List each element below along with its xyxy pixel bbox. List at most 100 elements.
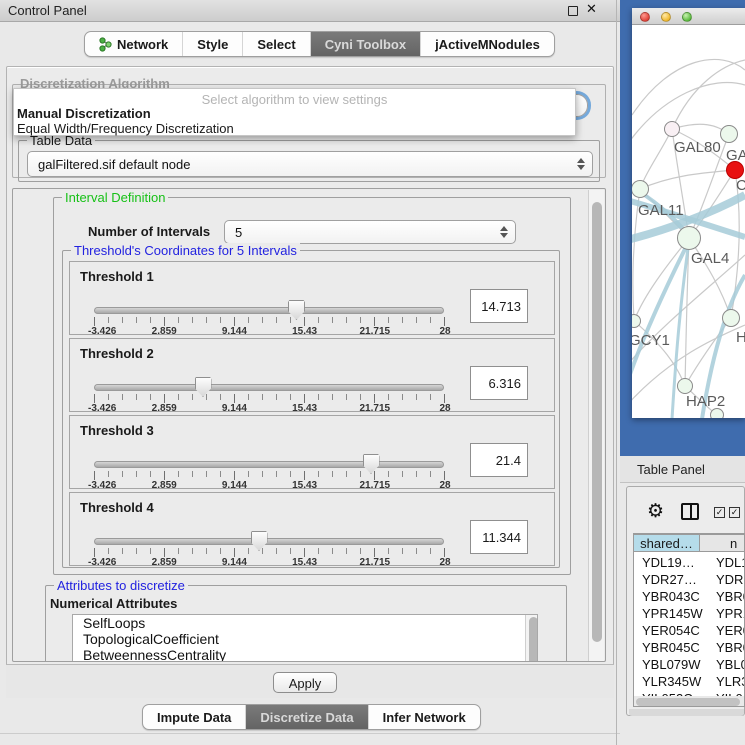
table-cell[interactable]: YPR1 [716,606,745,621]
list-item[interactable]: BetweennessCentrality [73,647,537,662]
dropdown-option-equal-width[interactable]: Equal Width/Frequency Discretization [17,121,234,136]
dropdown-hint: Select algorithm to view settings [14,92,575,107]
list-scrollbar-thumb[interactable] [529,617,538,662]
table-cell[interactable]: YDR2 [716,572,745,587]
table-row[interactable]: YBL079W [642,657,701,672]
tick-marks-major [94,548,445,557]
table-cell[interactable]: YDL1 [716,555,745,570]
network-node-gal80[interactable] [664,121,680,137]
table-row[interactable]: YPR145W [642,606,703,621]
table-row[interactable]: YER054C [642,623,700,638]
checkbox-icon[interactable]: ✓ [714,507,725,518]
list-scrollbar[interactable] [525,615,537,662]
table-row[interactable]: YBR043C [642,589,700,604]
threshold-4-value-field[interactable]: 11.344 [470,520,528,554]
table-cell[interactable]: YBL0 [716,657,745,672]
table-row[interactable]: YBR045C [642,640,700,655]
table-data-combobox[interactable]: galFiltered.sif default node [27,151,593,177]
tab-discretize-data[interactable]: Discretize Data [246,705,368,729]
network-canvas[interactable]: GAL80 GA GAL11 GAL4 GCY1 H HAP2 C [632,25,745,418]
network-node-hap2[interactable] [677,378,693,394]
tab-cyni-toolbox[interactable]: Cyni Toolbox [311,32,421,56]
tab-network[interactable]: Network [85,32,183,56]
attributes-group-title: Attributes to discretize [54,578,188,593]
list-item[interactable]: SelfLoops [73,615,537,631]
threshold-2-value-field[interactable]: 6.316 [470,366,528,400]
table-data-group: Table Data galFiltered.sif default node [18,140,600,182]
settings-scroll-panel: Interval Definition Number of Intervals … [12,188,606,662]
zoom-traffic-light[interactable] [682,12,692,22]
node-label-c: C [736,177,745,194]
close-icon[interactable]: ✕ [586,2,597,17]
table-row[interactable]: YDR27… [642,572,697,587]
network-window-titlebar[interactable] [632,8,745,25]
table-panel-title: Table Panel [637,462,705,477]
tab-jactivemnodules-label: jActiveMNodules [435,37,540,52]
table-cell[interactable]: YBR0 [716,640,745,655]
interval-definition-group: Interval Definition Number of Intervals … [53,197,571,575]
bottom-tab-bar: Impute Data Discretize Data Infer Networ… [142,704,481,730]
table-row[interactable]: YLR345W [642,674,701,689]
table-panel-titlebar: Table Panel [620,456,745,483]
threshold-row-3: Threshold 3 -3.426 2.859 9.144 15.43 21.… [69,415,555,489]
apply-button[interactable]: Apply [273,672,337,693]
node-table: shared… n YDL19… YDL1 YDR27… YDR2 YBR043… [633,533,745,707]
threshold-2-label: Threshold 2 [80,346,154,361]
table-row[interactable]: YDL19… [642,555,695,570]
network-node-ga[interactable] [720,125,738,143]
table-panel-footer [629,709,744,716]
attributes-listbox[interactable]: SelfLoops TopologicalCoefficient Between… [72,614,538,662]
tab-style[interactable]: Style [183,32,243,56]
threshold-3-slider-track[interactable] [94,461,444,468]
horizontal-scrollbar-thumb[interactable] [636,698,740,706]
threshold-4-slider-track[interactable] [94,538,444,545]
gear-icon[interactable]: ⚙ [647,502,664,521]
threshold-1-slider-track[interactable] [94,307,444,314]
tab-select[interactable]: Select [243,32,310,56]
tab-jactivemnodules[interactable]: jActiveMNodules [421,32,554,56]
checkbox-icon[interactable]: ✓ [729,507,740,518]
threshold-2-slider-track[interactable] [94,384,444,391]
split-columns-icon[interactable] [681,503,699,520]
tab-network-label: Network [117,37,168,52]
tab-impute-data[interactable]: Impute Data [143,705,246,729]
network-node-gal4[interactable] [677,226,701,250]
window-title: Control Panel [8,3,87,18]
number-of-intervals-value: 5 [225,225,242,240]
threshold-3-label: Threshold 3 [80,423,154,438]
node-label-gal80: GAL80 [674,139,721,156]
tab-infer-network-label: Infer Network [383,710,466,725]
node-label-gal4: GAL4 [691,250,729,267]
settings-scrollbar[interactable] [588,190,604,662]
footer-divider [0,733,620,734]
node-label-h: H [736,329,745,346]
tick-marks-major [94,317,445,326]
table-cell[interactable]: YER0 [716,623,745,638]
minimize-traffic-light[interactable] [661,12,671,22]
threshold-3-value-field[interactable]: 21.4 [470,443,528,477]
settings-scrollbar-thumb[interactable] [592,202,602,642]
node-label-gal11: GAL11 [638,202,684,219]
panel-splitter[interactable] [616,0,617,745]
threshold-1-value-field[interactable]: 14.713 [470,289,528,323]
tab-infer-network[interactable]: Infer Network [369,705,480,729]
threshold-row-4: Threshold 4 -3.426 2.859 9.144 15.43 21.… [69,492,555,566]
horizontal-scrollbar[interactable] [634,696,745,707]
combo-stepper-icon [500,226,508,238]
node-label-gcy1: GCY1 [632,332,670,349]
list-item[interactable]: TopologicalCoefficient [73,631,537,647]
dropdown-option-manual[interactable]: Manual Discretization [17,106,151,121]
control-panel-titlebar: Control Panel ✕ [0,0,620,22]
tick-marks-major [94,471,445,480]
tab-cyni-toolbox-label: Cyni Toolbox [325,37,406,52]
network-node-h[interactable] [722,309,740,327]
float-window-icon[interactable] [568,6,578,16]
column-header-shared-name[interactable]: shared… [633,534,700,552]
close-traffic-light[interactable] [640,12,650,22]
network-edges [632,25,745,418]
table-cell[interactable]: YBR0 [716,589,745,604]
table-cell[interactable]: YLR3 [716,674,745,689]
interval-definition-title: Interval Definition [62,190,168,205]
column-header-name[interactable]: n [699,534,745,552]
number-of-intervals-combobox[interactable]: 5 [224,220,516,244]
